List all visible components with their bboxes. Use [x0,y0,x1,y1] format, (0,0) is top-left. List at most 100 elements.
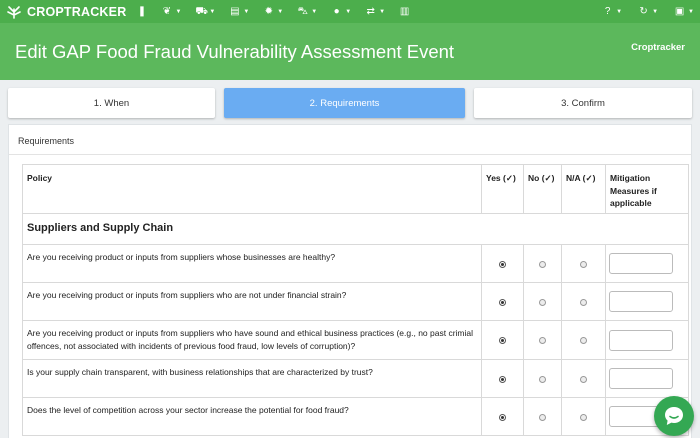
column-header-no: No (✓) [523,164,562,214]
column-header-na: N/A (✓) [561,164,606,214]
radio-yes[interactable] [499,260,506,268]
leaf-menu[interactable]: ❦ ▼ [161,0,182,23]
answer-cell-yes [481,282,524,321]
radio-yes[interactable] [499,375,506,383]
radio-yes[interactable] [499,413,506,421]
answer-cell-yes [481,244,524,283]
answer-cell-na [561,320,606,360]
table-header-row: Policy Yes (✓) No (✓) N/A (✓) Mitigation… [22,164,689,214]
mitigation-input[interactable] [609,291,673,312]
chevron-down-icon: ▼ [379,8,386,15]
mitigation-input[interactable] [609,329,673,351]
step-requirements[interactable]: 2. Requirements [224,88,465,118]
step-when[interactable]: 1. When [8,88,215,118]
help-icon: ? [604,6,611,17]
table-row: Does the level of competition across you… [22,397,689,436]
chevron-down-icon: ▼ [688,8,694,15]
table-row: Are you receiving product or inputs from… [22,244,689,283]
gear-menu[interactable]: ✹ ▼ [263,0,284,23]
answer-cell-na [561,359,606,398]
chevron-down-icon: ▼ [209,8,216,15]
table-row: Are you receiving product or inputs from… [22,282,689,321]
chevron-down-icon: ▼ [175,8,182,15]
requirements-panel: Requirements Policy Yes (✓) No (✓) N/A (… [8,124,692,438]
bar-chart-menu[interactable]: ▥ [399,0,410,23]
logo-text: CROPTRACKER [27,4,127,19]
chevron-down-icon: ▼ [345,8,352,15]
chevron-down-icon: ▼ [277,8,284,15]
answer-cell-na [561,397,606,436]
croptracker-logo[interactable]: CROPTRACKER [6,5,126,19]
logo-icon [7,5,21,19]
radio-no[interactable] [539,337,546,344]
section-row: Suppliers and Supply Chain [22,213,689,245]
mitigation-cell [605,282,689,321]
table-row: Is your supply chain transparent, with b… [22,359,689,398]
chevron-down-icon: ▼ [243,8,250,15]
user-icon: ● [333,6,340,17]
answer-cell-yes [481,320,524,360]
radio-no[interactable] [539,413,546,421]
mitigation-cell [605,244,689,283]
table-row: Are you receiving product or inputs from… [22,320,689,360]
step-confirm[interactable]: 3. Confirm [474,88,692,118]
chevron-down-icon: ▼ [616,8,623,15]
exchange-menu[interactable]: ⇄ ▼ [365,0,385,23]
cart-menu[interactable]: ⛟ ▼ [195,0,215,23]
radio-no[interactable] [539,260,546,268]
briefcase-menu[interactable]: ▣ ▼ [674,0,694,23]
answer-cell-no [523,359,562,398]
main-nav: ❚ ❦ ▼ ⛟ ▼ ▤ ▼ ✹ ▼ ⛍ ▼ ● ▼ ⇄ ▼ ▥ [136,0,424,23]
mitigation-cell [605,359,689,398]
answer-cell-no [523,397,562,436]
bar-chart-icon: ▥ [399,6,410,17]
radio-yes[interactable] [499,337,506,344]
chat-icon [665,407,683,425]
mitigation-input[interactable] [609,368,673,389]
radio-na[interactable] [580,413,587,421]
section-title: Suppliers and Supply Chain [22,213,689,245]
column-header-yes: Yes (✓) [481,164,524,214]
radio-yes[interactable] [499,298,506,306]
truck-icon: ⛍ [297,6,308,17]
document-stack-icon: ▤ [230,6,240,17]
radio-no[interactable] [539,375,546,383]
wizard-steps: 1. When 2. Requirements 3. Confirm [8,88,692,118]
panel-divider [9,154,691,155]
radio-na[interactable] [580,298,587,306]
chat-button[interactable] [654,396,694,436]
truck-menu[interactable]: ⛍ ▼ [297,0,318,23]
mitigation-input[interactable] [609,253,673,274]
cart-icon: ⛟ [195,6,208,17]
document-stack-menu[interactable]: ▤ ▼ [229,0,249,23]
answer-cell-na [561,282,606,321]
requirements-table: Policy Yes (✓) No (✓) N/A (✓) Mitigation… [22,164,689,436]
radio-no[interactable] [539,298,546,306]
leaf-icon: ❦ [162,6,172,17]
refresh-menu[interactable]: ↻ ▼ [638,0,658,23]
bookmark-icon: ❚ [137,6,147,17]
policy-question: Are you receiving product or inputs from… [22,320,482,360]
policy-question: Is your supply chain transparent, with b… [22,359,482,398]
panel-title: Requirements [18,136,75,146]
page-header: Edit GAP Food Fraud Vulnerability Assess… [0,23,700,80]
answer-cell-yes [481,359,524,398]
radio-na[interactable] [580,337,587,344]
briefcase-icon: ▣ [674,6,685,17]
policy-question: Does the level of competition across you… [22,397,482,436]
radio-na[interactable] [580,375,587,383]
answer-cell-no [523,282,562,321]
user-menu[interactable]: ● ▼ [331,0,351,23]
exchange-icon: ⇄ [366,6,375,17]
page-title: Edit GAP Food Fraud Vulnerability Assess… [15,41,455,62]
chevron-down-icon: ▼ [311,8,318,15]
top-navbar: CROPTRACKER ❚ ❦ ▼ ⛟ ▼ ▤ ▼ ✹ ▼ ⛍ ▼ ● ▼ ⇄ ▼ ▥ ? ▼ ↻ ▼ ▣ ▼ [0,0,700,23]
radio-na[interactable] [580,260,587,268]
bookmark-menu[interactable]: ❚ [136,0,147,23]
column-header-mitigation: Mitigation Measures if applicable [605,164,689,214]
mitigation-cell [605,320,689,360]
answer-cell-no [523,320,562,360]
answer-cell-na [561,244,606,283]
help-menu[interactable]: ? ▼ [602,0,622,23]
user-nav: ? ▼ ↻ ▼ ▣ ▼ [586,0,694,23]
